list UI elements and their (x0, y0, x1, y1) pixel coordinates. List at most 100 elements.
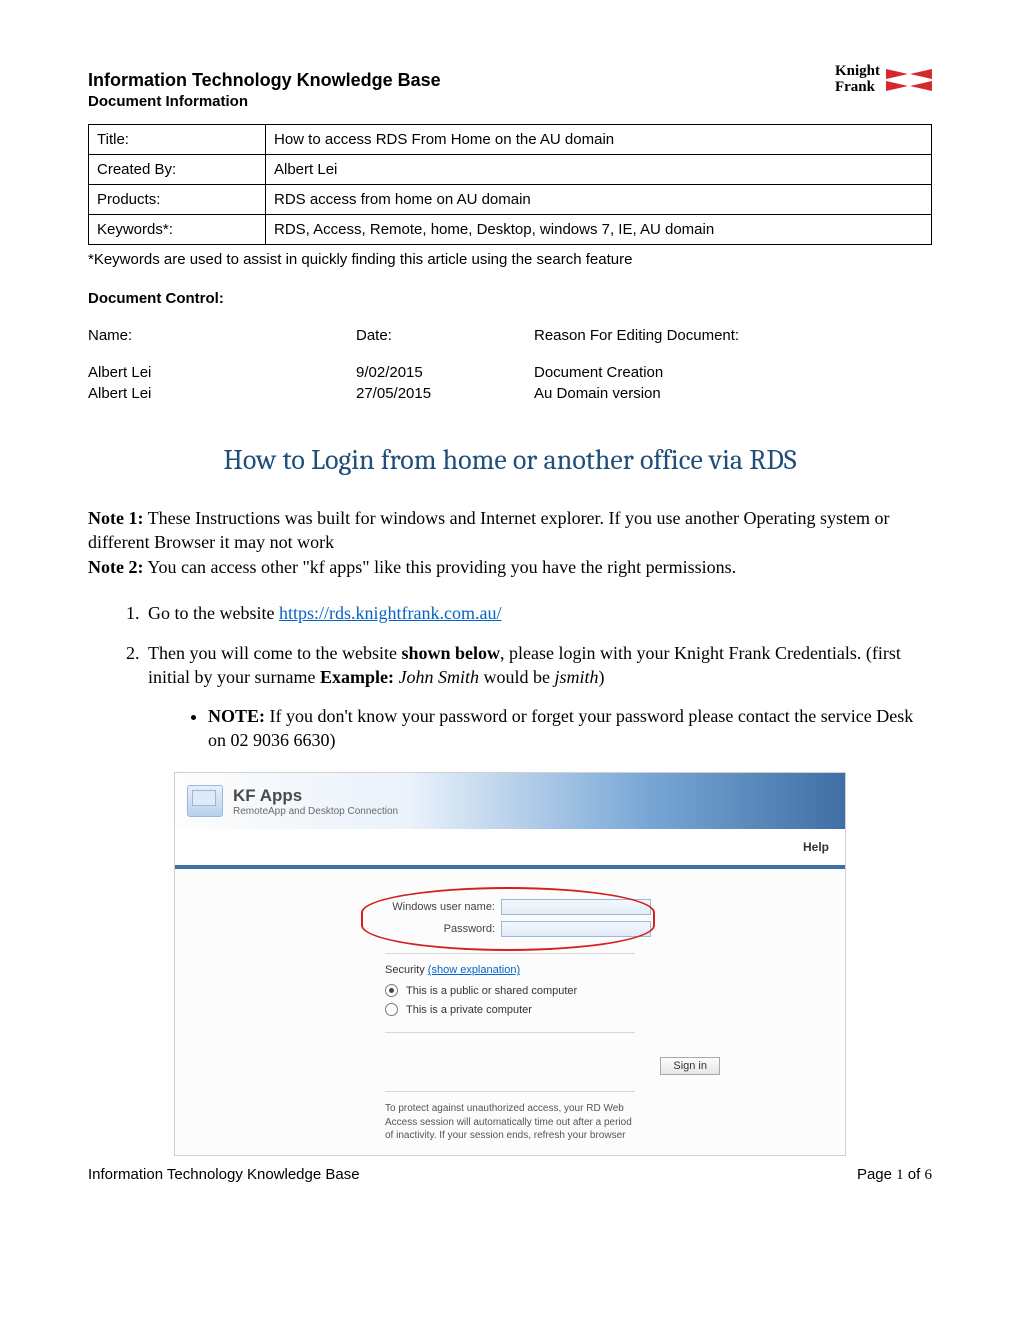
page-footer: Information Technology Knowledge Base Pa… (88, 1166, 932, 1184)
username-input[interactable] (501, 899, 651, 915)
step1-pre: Go to the website (148, 603, 279, 623)
info-label: Keywords*: (89, 215, 266, 245)
s2g: jsmith (554, 667, 598, 687)
username-row: Windows user name: (385, 899, 845, 915)
radio-private-label: This is a private computer (406, 1004, 532, 1016)
table-row: Albert Lei 9/02/2015 Document Creation (88, 362, 932, 383)
info-label: Title: (89, 125, 266, 155)
logo-line2: Frank (835, 79, 875, 95)
security-line: Security (show explanation) (385, 964, 845, 976)
kf-separator (385, 953, 635, 954)
radio-public-row[interactable]: This is a public or shared computer (385, 984, 845, 997)
password-row: Password: (385, 921, 845, 937)
help-link[interactable]: Help (803, 840, 829, 854)
table-row: Created By: Albert Lei (89, 155, 932, 185)
dc-reason: Au Domain version (534, 383, 932, 404)
table-row: Albert Lei 27/05/2015 Au Domain version (88, 383, 932, 404)
radio-public-label: This is a public or shared computer (406, 985, 577, 997)
info-label: Created By: (89, 155, 266, 185)
signin-row: Sign in (385, 1057, 720, 1075)
kf-body: Windows user name: Password: Security (s… (175, 869, 845, 1155)
red-circle-annotation (361, 887, 655, 951)
kf-security-footnote: To protect against unauthorized access, … (385, 1102, 635, 1143)
remoteapp-icon (187, 785, 223, 817)
logo-triangles-icon (886, 69, 932, 91)
footer-left: Information Technology Knowledge Base (88, 1166, 360, 1184)
info-label: Products: (89, 185, 266, 215)
keywords-footnote: *Keywords are used to assist in quickly … (88, 251, 932, 268)
page-total: 6 (925, 1167, 933, 1183)
table-row: Products: RDS access from home on AU dom… (89, 185, 932, 215)
step-2: Then you will come to the website shown … (144, 641, 932, 752)
page-number: 1 (896, 1167, 904, 1183)
document-info-table: Title: How to access RDS From Home on th… (88, 124, 932, 245)
footer-right-pre: Page (857, 1166, 896, 1183)
kb-title: Information Technology Knowledge Base (88, 70, 835, 91)
table-row: Title: How to access RDS From Home on th… (89, 125, 932, 155)
password-input[interactable] (501, 921, 651, 937)
username-label: Windows user name: (385, 901, 501, 913)
radio-private-row[interactable]: This is a private computer (385, 1003, 845, 1016)
kf-banner: KF Apps RemoteApp and Desktop Connection (175, 773, 845, 829)
dc-date: 27/05/2015 (356, 383, 534, 404)
steps-list: Go to the website https://rds.knightfran… (88, 601, 932, 752)
s2e: John Smith (394, 667, 479, 687)
footer-right-mid: of (904, 1166, 925, 1183)
note1-label: Note 1: (88, 508, 143, 528)
kf-apps-screenshot: KF Apps RemoteApp and Desktop Connection… (174, 772, 846, 1156)
signin-button[interactable]: Sign in (660, 1057, 720, 1075)
radio-public-icon[interactable] (385, 984, 398, 997)
show-explanation-link[interactable]: (show explanation) (428, 964, 520, 976)
notes-block: Note 1: These Instructions was built for… (88, 506, 932, 579)
note1-text: These Instructions was built for windows… (88, 508, 889, 552)
logo-line1: Knight (835, 63, 880, 79)
info-value: Albert Lei (266, 155, 932, 185)
dc-date: 9/02/2015 (356, 362, 534, 383)
kf-app-title: KF Apps (233, 786, 398, 806)
rds-link[interactable]: https://rds.knightfrank.com.au/ (279, 603, 501, 623)
col-reason: Reason For Editing Document: (534, 325, 932, 362)
kf-separator-2 (385, 1032, 635, 1033)
note-2: Note 2: You can access other "kf apps" l… (88, 555, 932, 579)
article-title: How to Login from home or another office… (88, 444, 932, 476)
dc-name: Albert Lei (88, 383, 356, 404)
table-row: Keywords*: RDS, Access, Remote, home, De… (89, 215, 932, 245)
doc-control-table: Name: Date: Reason For Editing Document:… (88, 325, 932, 404)
subnote-text: If you don't know your password or forge… (208, 706, 913, 750)
logo-text: Knight Frank (835, 64, 880, 96)
knight-frank-logo: Knight Frank (835, 64, 932, 96)
info-value: How to access RDS From Home on the AU do… (266, 125, 932, 155)
doc-control-heading: Document Control: (88, 290, 932, 307)
dc-name: Albert Lei (88, 362, 356, 383)
info-value: RDS, Access, Remote, home, Desktop, wind… (266, 215, 932, 245)
kf-separator-3 (385, 1091, 635, 1092)
s2a: Then you will come to the website (148, 643, 401, 663)
document-page: Information Technology Knowledge Base Do… (0, 0, 1020, 1224)
note2-text: You can access other "kf apps" like this… (143, 557, 736, 577)
security-pre: Security (385, 964, 428, 976)
s2f: would be (479, 667, 555, 687)
footer-right: Page 1 of 6 (857, 1166, 932, 1184)
col-date: Date: (356, 325, 534, 362)
col-name: Name: (88, 325, 356, 362)
password-label: Password: (385, 923, 501, 935)
header-left: Information Technology Knowledge Base Do… (88, 70, 835, 124)
subnote-label: NOTE: (208, 706, 265, 726)
note2-label: Note 2: (88, 557, 143, 577)
kf-app-subtitle: RemoteApp and Desktop Connection (233, 806, 398, 817)
header-row: Information Technology Knowledge Base Do… (88, 70, 932, 124)
doc-info-heading: Document Information (88, 93, 835, 110)
s2h: ) (598, 667, 604, 687)
info-value: RDS access from home on AU domain (266, 185, 932, 215)
s2d: Example: (320, 667, 394, 687)
note-1: Note 1: These Instructions was built for… (88, 506, 932, 555)
step2-subnote: NOTE: If you don't know your password or… (148, 704, 932, 753)
dc-reason: Document Creation (534, 362, 932, 383)
table-header-row: Name: Date: Reason For Editing Document: (88, 325, 932, 362)
radio-private-icon[interactable] (385, 1003, 398, 1016)
step-1: Go to the website https://rds.knightfran… (144, 601, 932, 625)
kf-toolbar: Help (175, 829, 845, 865)
kf-banner-text: KF Apps RemoteApp and Desktop Connection (233, 786, 398, 817)
s2b: shown below (401, 643, 500, 663)
subnote-item: NOTE: If you don't know your password or… (208, 704, 932, 753)
